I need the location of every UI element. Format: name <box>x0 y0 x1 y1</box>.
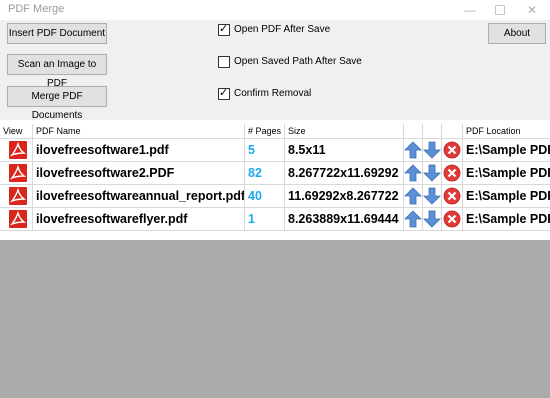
view-cell[interactable] <box>0 139 33 161</box>
table-header: View PDF Name # Pages Size PDF Location <box>0 124 550 139</box>
checkbox-box[interactable]: ✓ <box>218 23 230 36</box>
move-down-cell[interactable] <box>423 208 442 230</box>
checkbox-label: Confirm Removal <box>234 88 312 99</box>
move-up-icon[interactable] <box>404 210 422 228</box>
empty-list-area <box>0 240 550 398</box>
remove-cell[interactable] <box>442 185 463 207</box>
toolbar: Insert PDF Document Scan an Image to PDF… <box>0 20 550 121</box>
pages-cell: 40 <box>245 185 285 207</box>
pdf-file-icon[interactable] <box>9 164 27 182</box>
table-row[interactable]: ilovefreesoftwareflyer.pdf 1 8.263889x11.6… <box>0 208 550 231</box>
pages-cell: 5 <box>245 139 285 161</box>
size-cell: 11.69292x8.267722 <box>285 185 404 207</box>
maximize-icon <box>495 4 505 15</box>
checkbox-box[interactable]: ✓ <box>218 87 230 100</box>
remove-icon[interactable] <box>443 187 461 205</box>
pdf-file-icon[interactable] <box>9 141 27 159</box>
move-down-cell[interactable] <box>423 139 442 161</box>
pdf-name-cell[interactable]: ilovefreesoftwareannual_report.pdf <box>33 185 245 207</box>
location-cell: E:\Sample PDF <box>466 189 550 203</box>
col-view-header[interactable]: View <box>0 124 33 138</box>
insert-pdf-button[interactable]: Insert PDF Document <box>7 23 107 44</box>
pages-cell: 1 <box>245 208 285 230</box>
col-down-header <box>423 124 442 138</box>
minimize-button[interactable]: — <box>455 0 485 20</box>
window-title: PDF Merge <box>8 3 65 15</box>
move-up-cell[interactable] <box>404 139 423 161</box>
move-up-icon[interactable] <box>404 164 422 182</box>
merge-pdf-button[interactable]: Merge PDF Documents <box>7 86 107 121</box>
checkbox-box[interactable] <box>218 56 230 68</box>
move-up-cell[interactable] <box>404 208 423 230</box>
remove-icon[interactable] <box>443 210 461 228</box>
move-down-icon[interactable] <box>423 187 441 205</box>
table-row[interactable]: ilovefreesoftware1.pdf 5 8.5x11 E:\Sample P… <box>0 139 550 162</box>
location-cell: E:\Sample PDF <box>466 166 550 180</box>
checkbox-label: Open PDF After Save <box>234 24 331 35</box>
col-name-header[interactable]: PDF Name <box>33 124 245 138</box>
maximize-button[interactable] <box>485 0 515 20</box>
move-up-icon[interactable] <box>404 187 422 205</box>
remove-cell[interactable] <box>442 162 463 184</box>
pdf-name-cell[interactable]: ilovefreesoftwareflyer.pdf <box>33 208 245 230</box>
title-bar: PDF Merge — ✕ <box>0 0 550 20</box>
col-pages-header[interactable]: # Pages <box>245 124 285 138</box>
remove-cell[interactable] <box>442 139 463 161</box>
size-cell: 8.263889x11.69444 <box>285 208 404 230</box>
table-row[interactable]: ilovefreesoftware2.PDF 82 8.267722x11.6929… <box>0 162 550 185</box>
move-down-icon[interactable] <box>423 141 441 159</box>
checkbox-label: Open Saved Path After Save <box>234 56 362 67</box>
move-up-cell[interactable] <box>404 185 423 207</box>
pdf-table[interactable]: View PDF Name # Pages Size PDF Location … <box>0 120 550 240</box>
view-cell[interactable] <box>0 162 33 184</box>
pages-cell: 82 <box>245 162 285 184</box>
col-size-header[interactable]: Size <box>285 124 404 138</box>
col-remove-header <box>442 124 463 138</box>
checkmark-icon: ✓ <box>219 23 229 35</box>
move-up-cell[interactable] <box>404 162 423 184</box>
move-up-icon[interactable] <box>404 141 422 159</box>
location-cell: E:\Sample PDF <box>466 212 550 226</box>
remove-icon[interactable] <box>443 141 461 159</box>
move-down-cell[interactable] <box>423 162 442 184</box>
move-down-icon[interactable] <box>423 164 441 182</box>
move-down-cell[interactable] <box>423 185 442 207</box>
location-cell: E:\Sample PDF <box>466 143 550 157</box>
size-cell: 8.5x11 <box>285 139 404 161</box>
view-cell[interactable] <box>0 185 33 207</box>
view-cell[interactable] <box>0 208 33 230</box>
pdf-file-icon[interactable] <box>9 210 27 228</box>
col-location-header[interactable]: PDF Location <box>463 124 550 138</box>
move-down-icon[interactable] <box>423 210 441 228</box>
about-button[interactable]: About <box>488 23 546 44</box>
pdf-file-icon[interactable] <box>9 187 27 205</box>
pdf-name-cell[interactable]: ilovefreesoftware2.PDF <box>33 162 245 184</box>
remove-cell[interactable] <box>442 208 463 230</box>
size-cell: 8.267722x11.69292 <box>285 162 404 184</box>
table-row[interactable]: ilovefreesoftwareannual_report.pdf 40 11.6… <box>0 185 550 208</box>
col-up-header <box>404 124 423 138</box>
close-button[interactable]: ✕ <box>517 0 547 20</box>
checkmark-icon: ✓ <box>219 87 229 99</box>
remove-icon[interactable] <box>443 164 461 182</box>
scan-image-button[interactable]: Scan an Image to PDF <box>7 54 107 89</box>
pdf-name-cell[interactable]: ilovefreesoftware1.pdf <box>33 139 245 161</box>
